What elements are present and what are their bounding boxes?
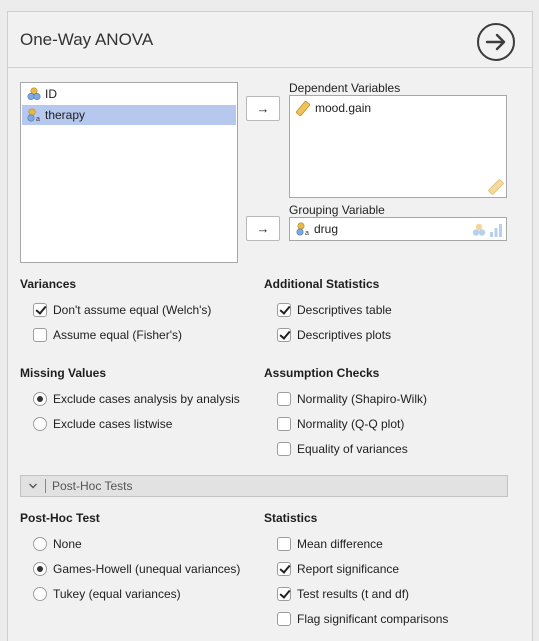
exclude-analysis-radio[interactable]: Exclude cases analysis by analysis (33, 390, 240, 408)
run-analysis-button[interactable] (477, 23, 515, 61)
statistics-heading: Statistics (264, 511, 318, 525)
option-label: None (53, 537, 82, 551)
flag-significant-checkbox[interactable]: Flag significant comparisons (277, 610, 448, 628)
grouping-variable-label: Grouping Variable (289, 203, 385, 217)
arrow-right-icon: → (256, 101, 270, 116)
option-label: Exclude cases analysis by analysis (53, 392, 240, 406)
option-label: Assume equal (Fisher's) (53, 328, 182, 342)
title-divider (8, 67, 532, 68)
shapiro-wilk-checkbox[interactable]: Normality (Shapiro-Wilk) (277, 390, 427, 408)
additional-statistics-heading: Additional Statistics (264, 277, 380, 291)
option-label: Exclude cases listwise (53, 417, 173, 431)
arrow-right-icon (485, 33, 506, 51)
report-significance-checkbox[interactable]: Report significance (277, 560, 399, 578)
variable-label: therapy (45, 108, 86, 122)
checkbox-checked[interactable] (33, 303, 47, 317)
checkbox-unchecked[interactable] (277, 612, 291, 626)
checkbox-checked[interactable] (277, 587, 291, 601)
nominal-icon (472, 223, 486, 236)
post-hoc-section-toggle[interactable]: Post-Hoc Tests (20, 475, 508, 497)
svg-text:a: a (36, 116, 40, 122)
checkbox-checked[interactable] (277, 562, 291, 576)
posthoc-none-radio[interactable]: None (33, 535, 82, 553)
checkbox-unchecked[interactable] (277, 442, 291, 456)
checkbox-unchecked[interactable] (33, 328, 47, 342)
option-label: Normality (Q-Q plot) (297, 417, 405, 431)
post-hoc-test-heading: Post-Hoc Test (20, 511, 100, 525)
checkbox-checked[interactable] (277, 303, 291, 317)
mean-difference-checkbox[interactable]: Mean difference (277, 535, 383, 553)
option-label: Mean difference (297, 537, 383, 551)
svg-text:a: a (305, 230, 309, 236)
scale-ruler-icon (488, 179, 504, 195)
nominal-text-icon: a (27, 108, 40, 122)
option-label: Games-Howell (unequal variances) (53, 562, 241, 576)
descriptives-table-checkbox[interactable]: Descriptives table (277, 301, 392, 319)
variable-label: drug (314, 222, 339, 236)
fisher-checkbox[interactable]: Assume equal (Fisher's) (33, 326, 182, 344)
option-label: Flag significant comparisons (297, 612, 449, 626)
dependent-variables-label: Dependent Variables (289, 81, 401, 95)
radio-unselected[interactable] (33, 537, 47, 551)
option-label: Tukey (equal variances) (53, 587, 181, 601)
exclude-listwise-radio[interactable]: Exclude cases listwise (33, 415, 172, 433)
test-results-checkbox[interactable]: Test results (t and df) (277, 585, 409, 603)
nominal-text-icon: a (296, 222, 309, 236)
nominal-icon (27, 87, 41, 101)
checkbox-unchecked[interactable] (277, 537, 291, 551)
separator (45, 479, 46, 493)
assumption-checks-heading: Assumption Checks (264, 366, 380, 380)
option-label: Normality (Shapiro-Wilk) (297, 392, 428, 406)
move-to-dependent-button[interactable]: → (246, 96, 280, 121)
ordinal-icon (490, 224, 502, 237)
option-label: Report significance (297, 562, 400, 576)
checkbox-unchecked[interactable] (277, 417, 291, 431)
list-item-therapy[interactable]: a therapy (22, 105, 236, 125)
chevron-down-icon (21, 482, 45, 490)
radio-unselected[interactable] (33, 587, 47, 601)
welch-checkbox[interactable]: Don't assume equal (Welch's) (33, 301, 211, 319)
section-label: Post-Hoc Tests (52, 479, 133, 493)
grouping-variable-box[interactable]: a drug (289, 217, 507, 241)
equality-variances-checkbox[interactable]: Equality of variances (277, 440, 408, 458)
option-label: Test results (t and df) (297, 587, 410, 601)
option-label: Descriptives table (297, 303, 392, 317)
option-label: Descriptives plots (297, 328, 392, 342)
checkbox-unchecked[interactable] (277, 392, 291, 406)
scale-ruler-icon (296, 100, 311, 116)
tukey-radio[interactable]: Tukey (equal variances) (33, 585, 181, 603)
list-item-mood-gain[interactable]: mood.gain (291, 98, 505, 118)
variable-label: mood.gain (315, 101, 372, 115)
games-howell-radio[interactable]: Games-Howell (unequal variances) (33, 560, 240, 578)
missing-values-heading: Missing Values (20, 366, 107, 380)
move-to-grouping-button[interactable]: → (246, 216, 280, 241)
list-item-id[interactable]: ID (22, 84, 236, 104)
option-label: Equality of variances (297, 442, 408, 456)
dependent-variables-box[interactable]: mood.gain (289, 95, 507, 198)
qq-plot-checkbox[interactable]: Normality (Q-Q plot) (277, 415, 404, 433)
option-label: Don't assume equal (Welch's) (53, 303, 212, 317)
radio-selected[interactable] (33, 392, 47, 406)
variances-heading: Variances (20, 277, 77, 291)
page-title: One-Way ANOVA (20, 30, 154, 49)
variable-list[interactable]: ID a therapy (20, 82, 238, 263)
variable-label: ID (45, 87, 57, 101)
radio-selected[interactable] (33, 562, 47, 576)
arrow-right-icon: → (256, 221, 270, 236)
checkbox-checked[interactable] (277, 328, 291, 342)
descriptives-plots-checkbox[interactable]: Descriptives plots (277, 326, 391, 344)
radio-unselected[interactable] (33, 417, 47, 431)
